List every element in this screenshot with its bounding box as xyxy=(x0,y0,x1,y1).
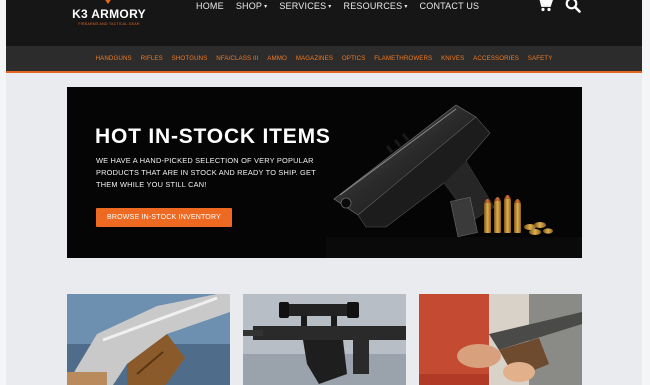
category-rifles[interactable]: RIFLES xyxy=(136,55,167,62)
hero-description: WE HAVE A HAND-PICKED SELECTION OF VERY … xyxy=(96,156,316,189)
category-nfa-class-iii[interactable]: NFA/CLASS III xyxy=(212,55,263,62)
nav-item-label: CONTACT US xyxy=(419,1,480,11)
brand-logo[interactable]: K3 ARMORY FIREARMS AND TACTICAL GEAR xyxy=(69,0,149,40)
nav-item-label: SHOP xyxy=(235,1,263,11)
nav-item-services[interactable]: SERVICES ▾ xyxy=(273,0,337,14)
chevron-down-icon: ▾ xyxy=(404,4,408,10)
nav-item-label: RESOURCES xyxy=(343,1,403,11)
category-shotguns[interactable]: SHOTGUNS xyxy=(167,55,212,62)
nav-item-contact-us[interactable]: CONTACT US xyxy=(414,0,486,14)
brand-name: K3 ARMORY xyxy=(72,7,146,21)
chevron-down-icon: ▾ xyxy=(328,4,332,10)
header-bar: K3 ARMORY FIREARMS AND TACTICAL GEAR HOM… xyxy=(6,0,642,46)
rifle-photo xyxy=(243,294,406,385)
category-accessories[interactable]: ACCESSORIES xyxy=(469,55,524,62)
category-nav-underline xyxy=(6,71,642,73)
category-magazines[interactable]: MAGAZINES xyxy=(291,55,337,62)
category-nav: HANDGUNS RIFLES SHOTGUNS NFA/CLASS III A… xyxy=(6,46,642,71)
search-icon[interactable] xyxy=(565,0,581,13)
hero-banner: HOT IN-STOCK ITEMS WE HAVE A HAND-PICKED… xyxy=(67,87,582,258)
category-optics[interactable]: OPTICS xyxy=(337,55,369,62)
product-tile-rifles[interactable] xyxy=(243,294,406,385)
hero-title: HOT IN-STOCK ITEMS xyxy=(95,125,331,148)
handgun-photo xyxy=(67,294,230,385)
product-tile-handguns[interactable] xyxy=(67,294,230,385)
nav-item-shop[interactable]: SHOP ▾ xyxy=(230,0,274,14)
category-safety[interactable]: SAFETY xyxy=(523,55,556,62)
window-margin-right xyxy=(642,0,650,385)
chevron-down-icon: ▾ xyxy=(264,4,268,10)
category-knives[interactable]: KNIVES xyxy=(437,55,469,62)
product-tile-shotguns[interactable] xyxy=(419,294,582,385)
nav-item-label: HOME xyxy=(196,1,224,11)
nav-item-resources[interactable]: RESOURCES ▾ xyxy=(338,0,414,14)
cart-icon[interactable] xyxy=(537,0,553,12)
logo-mark-icon xyxy=(105,0,111,4)
category-flamethrowers[interactable]: FLAMETHROWERS xyxy=(370,55,437,62)
pistol-ammo-photo xyxy=(326,104,582,258)
shotgun-photo xyxy=(419,294,582,385)
site: K3 ARMORY FIREARMS AND TACTICAL GEAR HOM… xyxy=(6,0,642,385)
browse-inventory-button[interactable]: BROWSE IN-STOCK INVENTORY xyxy=(96,208,232,227)
nav-item-label: SERVICES xyxy=(279,1,327,11)
category-handguns[interactable]: HANDGUNS xyxy=(91,55,136,62)
nav-item-home[interactable]: HOME xyxy=(190,0,230,14)
main-nav: HOME SHOP ▾ SERVICES ▾ RESOURCES ▾ CONTACT … xyxy=(190,0,485,14)
category-ammo[interactable]: AMMO xyxy=(263,55,291,62)
brand-tagline: FIREARMS AND TACTICAL GEAR xyxy=(78,22,140,26)
